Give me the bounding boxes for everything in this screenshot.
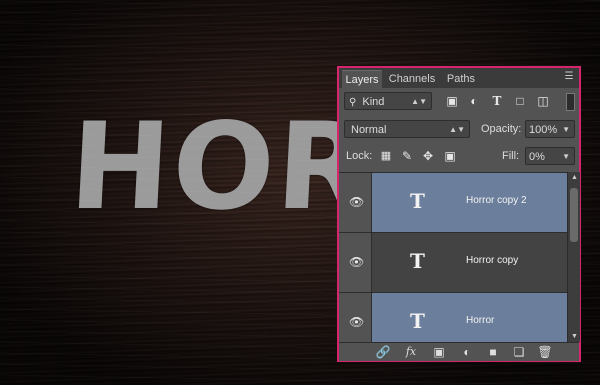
new-layer-icon[interactable]: ❏	[511, 344, 527, 360]
visibility-toggle[interactable]: 👁	[339, 173, 372, 232]
scroll-down-icon[interactable]: ▼	[571, 333, 578, 340]
smart-object-filter-icon[interactable]: ◫	[536, 94, 550, 108]
search-icon: ⚲	[349, 97, 357, 108]
add-mask-icon[interactable]: ▣	[431, 344, 447, 360]
chevron-down-icon: ▼	[562, 152, 570, 161]
layer-name[interactable]: Horror copy	[466, 255, 518, 266]
layer-row[interactable]: 👁 T Horror	[339, 293, 567, 343]
lock-all-icon[interactable]: ▣	[443, 149, 457, 163]
chevron-updown-icon: ▲▼	[449, 125, 465, 134]
tab-channels[interactable]: Channels	[386, 70, 438, 88]
adjustment-filter-icon[interactable]: ◐	[467, 94, 481, 108]
lock-move-icon[interactable]: ✥	[421, 149, 435, 163]
type-layer-icon: T	[410, 309, 425, 333]
layers-list: 👁 T Horror copy 2 👁 T Horror copy 👁 T Ho…	[339, 172, 567, 343]
eye-icon: 👁	[349, 195, 365, 209]
lock-label: Lock:	[346, 150, 373, 162]
layers-scrollbar[interactable]: ▲ ▼	[567, 172, 580, 342]
fill-label: Fill:	[502, 150, 520, 162]
filter-toggle-switch[interactable]	[566, 93, 575, 111]
blend-mode-select[interactable]: Normal ▲▼	[344, 120, 470, 138]
chevron-down-icon: ▼	[562, 125, 570, 134]
image-filter-icon[interactable]: ▣	[445, 94, 459, 108]
filter-row: ⚲ Kind ▲▼ ▣ ◐ T □ ◫	[339, 90, 579, 114]
layer-name[interactable]: Horror	[466, 315, 494, 326]
layer-row[interactable]: 👁 T Horror copy 2	[339, 173, 567, 233]
visibility-toggle[interactable]: 👁	[339, 293, 372, 343]
eye-icon: 👁	[349, 255, 365, 269]
blend-mode-value: Normal	[351, 124, 387, 136]
type-layer-icon: T	[410, 189, 425, 213]
opacity-value: 100%	[529, 124, 558, 136]
lock-transparent-icon[interactable]: ▦	[379, 149, 393, 163]
eye-icon: 👁	[349, 315, 365, 329]
opacity-field[interactable]: 100% ▼	[525, 120, 575, 138]
layers-panel: Layers Channels Paths ☰ ⚲ Kind ▲▼ ▣ ◐ T …	[337, 66, 581, 362]
panel-menu-icon[interactable]: ☰	[563, 71, 575, 82]
type-layer-icon: T	[410, 249, 425, 273]
lock-row: Lock: ▦ ✎ ✥ ▣ Fill: 0% ▼	[339, 146, 579, 170]
adjustment-layer-icon[interactable]: ◐	[459, 344, 475, 360]
panel-tab-bar: Layers Channels Paths ☰	[339, 68, 579, 89]
shape-filter-icon[interactable]: □	[513, 94, 527, 108]
opacity-label: Opacity:	[481, 123, 522, 135]
fill-field[interactable]: 0% ▼	[525, 147, 575, 165]
trash-icon[interactable]: 🗑	[537, 344, 553, 360]
fx-icon[interactable]: fx	[403, 344, 419, 360]
tab-layers[interactable]: Layers	[342, 70, 382, 89]
fill-value: 0%	[529, 151, 545, 163]
type-filter-icon[interactable]: T	[490, 94, 504, 108]
layer-name[interactable]: Horror copy 2	[466, 195, 527, 206]
tab-paths[interactable]: Paths	[442, 70, 480, 88]
filter-kind-label: Kind	[362, 96, 385, 108]
lock-paint-brush-icon[interactable]: ✎	[400, 149, 414, 163]
layer-row[interactable]: 👁 T Horror copy	[339, 233, 567, 293]
blend-row: Normal ▲▼ Opacity: 100% ▼	[339, 118, 579, 142]
scroll-up-icon[interactable]: ▲	[571, 174, 578, 181]
layers-bottom-toolbar: 🔗 fx ▣ ◐ ■ ❏ 🗑	[339, 342, 579, 361]
chevron-updown-icon: ▲▼	[411, 97, 427, 106]
visibility-toggle[interactable]: 👁	[339, 233, 372, 292]
scroll-thumb[interactable]	[570, 188, 578, 242]
filter-kind-select[interactable]: ⚲ Kind ▲▼	[344, 92, 432, 110]
new-group-icon[interactable]: ■	[485, 344, 501, 360]
link-layers-icon[interactable]: 🔗	[375, 344, 391, 360]
